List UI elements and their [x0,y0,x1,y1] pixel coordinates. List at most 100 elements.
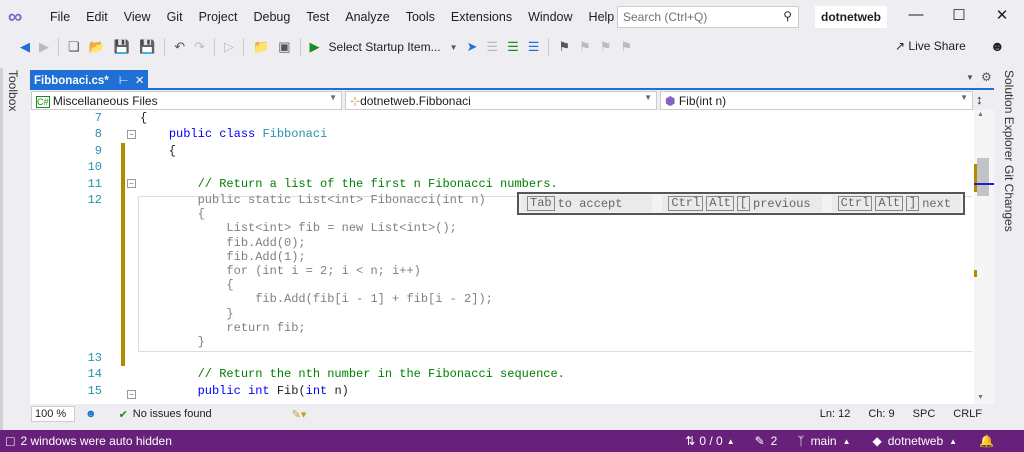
method-icon: ⬢ [665,94,676,108]
tab-list-dropdown-icon[interactable]: ▼ [966,73,974,82]
line-endings[interactable]: CRLF [953,408,982,420]
search-placeholder: Search (Ctrl+Q) [623,10,708,24]
menu-tools[interactable]: Tools [398,10,443,24]
branch-name[interactable]: main [811,434,837,448]
undo-icon[interactable]: ↶ [174,39,185,55]
status-message[interactable]: 2 windows were auto hidden [20,434,171,448]
menu-window[interactable]: Window [520,10,580,24]
maximize-button[interactable]: ☐ [944,6,974,24]
code-line: public int Fib(int n) [197,383,349,398]
gear-icon[interactable]: ⚙ [981,70,992,84]
bookmark-icon[interactable]: ⚑ [558,39,570,55]
bracket-key: ] [906,196,920,211]
feedback-icon[interactable]: ☻ [990,38,1005,54]
menu-file[interactable]: File [42,10,78,24]
ghost-code-line: } [140,335,205,349]
alt-key: Alt [875,196,904,211]
prev-bookmark-icon[interactable]: ⚑ [579,39,591,55]
menu-analyze[interactable]: Analyze [337,10,397,24]
chevron-down-icon: ▼ [449,42,458,52]
bell-icon[interactable]: 🔔 [979,434,994,448]
git-changes-tab[interactable]: Git Changes [1002,165,1016,232]
live-share-button[interactable]: ↗ Live Share [895,39,966,53]
whitespace-mode[interactable]: SPC [913,408,936,420]
type-dropdown[interactable]: ⊹dotnetweb.Fibbonaci ▼ [345,91,657,110]
clear-bookmarks-icon[interactable]: ⚑ [620,39,632,55]
code-editor[interactable]: − − − 7{8 public class Fibbonaci 9 {10 11 … [30,110,974,404]
next-label: next [922,196,952,211]
sync-status[interactable]: 0 / 0 [699,434,722,448]
line-number[interactable]: Ln: 12 [820,408,851,420]
project-dropdown[interactable]: C# Miscellaneous Files ▼ [31,91,342,110]
zoom-dropdown[interactable]: 100 % [31,406,75,422]
uncomment-icon[interactable]: ☰ [528,39,540,55]
search-input[interactable]: Search (Ctrl+Q) ⚲ [617,6,799,28]
code-line: public class Fibbonaci [168,127,328,142]
collapse-icon[interactable]: − [127,179,136,188]
ghost-code-line: fib.Add(1); [140,249,306,264]
vertical-scrollbar[interactable]: ▲ ▼ [974,110,994,404]
ghost-code-line: public static List<int> Fibonacci(int n) [140,193,486,207]
char-number[interactable]: Ch: 9 [868,408,894,420]
project-label: Miscellaneous Files [52,94,158,108]
cleanup-icon[interactable]: ✎▾ [292,408,307,421]
git-repo-icon: ◆ [872,434,882,448]
tab-fibbonaci[interactable]: Fibbonaci.cs* ⊢ ✕ [30,70,148,90]
menu-help[interactable]: Help [581,10,623,24]
cursor-icon[interactable]: ➤ [467,39,478,55]
toolbar: ◀ ▶ ❏ 📂 💾 💾 ↶ ↷ ▷ 📁 ▣ ▶ Select Startup I… [0,34,1024,60]
back-icon[interactable]: ◀ [20,39,30,55]
toolbox-tab[interactable]: Toolbox [6,70,20,111]
menu-debug[interactable]: Debug [245,10,298,24]
member-dropdown[interactable]: ⬢ Fib(int n) ▼ [660,91,973,110]
share-icon: ↗ [895,39,909,53]
collapse-icon[interactable]: − [127,130,136,139]
comment-icon[interactable]: ☰ [507,39,519,55]
live-share-label: Live Share [908,39,966,53]
copilot-icon[interactable]: ☻ [85,408,97,420]
save-icon[interactable]: 💾 [114,39,130,55]
menu-project[interactable]: Project [191,10,246,24]
play-outline-icon[interactable]: ▷ [224,39,234,55]
close-button[interactable]: ✕ [987,6,1017,24]
editor-status-bar: 100 % ☻ ✔ No issues found ✎▾ Ln: 12 Ch: … [30,404,994,424]
line-number: 12 [87,193,102,207]
startup-item-dropdown[interactable]: Select Startup Item... [329,40,441,54]
start-icon[interactable]: ▶ [310,39,320,55]
code-line: { [140,143,177,158]
menu-test[interactable]: Test [298,10,337,24]
find-in-files-icon[interactable]: 📁 [253,39,269,55]
ctrl-key: Ctrl [668,196,704,211]
new-project-icon[interactable]: ❏ [68,39,80,55]
pencil-icon: ✎ [754,434,765,448]
pin-icon[interactable]: ⊢ [119,75,129,87]
menu-git[interactable]: Git [159,10,191,24]
menu-edit[interactable]: Edit [78,10,116,24]
solution-explorer-tab[interactable]: Solution Explorer [1002,70,1016,161]
redo-icon[interactable]: ↷ [194,39,205,55]
collapse-icon[interactable]: − [127,390,136,399]
search-icon: ⚲ [783,9,792,23]
member-label: Fib(int n) [678,94,727,108]
split-icon[interactable]: ↕ [976,92,983,107]
line-number: 11 [87,176,102,191]
line-number: 15 [87,383,102,398]
save-all-icon[interactable]: 💾 [139,39,155,55]
browser-icon[interactable]: ▣ [278,39,290,55]
minimize-button[interactable]: — [901,6,931,23]
repo-name[interactable]: dotnetweb [888,434,943,448]
bracket-key: [ [736,196,750,211]
tab-close-icon[interactable]: ✕ [135,75,145,87]
format-icon[interactable]: ☰ [486,39,498,55]
line-number: 7 [94,111,102,125]
forward-icon[interactable]: ▶ [39,39,49,55]
menu-view[interactable]: View [116,10,159,24]
next-hint[interactable]: Ctrl Alt] next [831,195,961,212]
menu-extensions[interactable]: Extensions [443,10,520,24]
next-bookmark-icon[interactable]: ⚑ [600,39,612,55]
accept-hint[interactable]: Tab to accept [521,195,653,212]
open-folder-icon[interactable]: 📂 [89,39,105,55]
previous-hint[interactable]: Ctrl Alt[previous [662,195,822,212]
issues-status[interactable]: No issues found [133,408,212,420]
pending-edits[interactable]: 2 [771,434,778,448]
